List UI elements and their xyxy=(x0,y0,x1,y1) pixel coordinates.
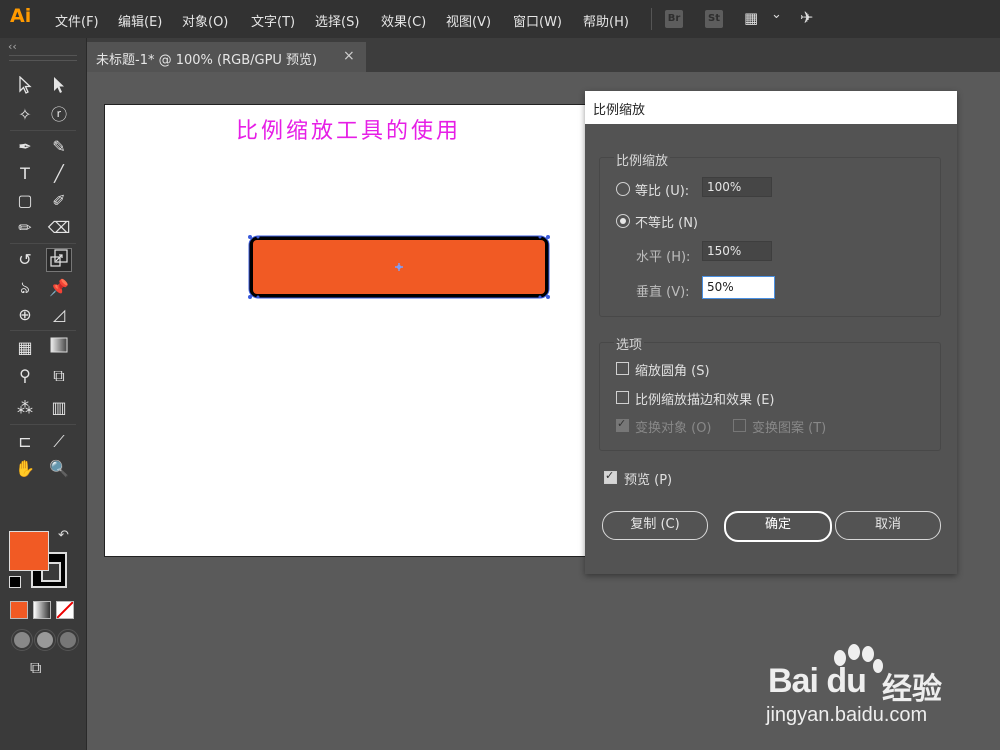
shaper-tool-icon[interactable]: ✐ xyxy=(47,190,71,212)
fill-color-swatch[interactable] xyxy=(9,531,49,571)
shape-builder-tool-icon[interactable]: ⊕ xyxy=(13,304,37,326)
uniform-label: 等比 (U): xyxy=(635,184,690,199)
tool-separator xyxy=(10,424,76,425)
selection-tool-icon[interactable] xyxy=(13,75,37,98)
document-tab[interactable]: 未标题-1* @ 100% (RGB/GPU 预览) × xyxy=(86,42,366,72)
menu-view[interactable]: 视图(V) xyxy=(446,11,491,30)
app-logo: Ai xyxy=(10,5,32,27)
scale-strokes-checkbox[interactable] xyxy=(616,391,629,404)
draw-normal-icon[interactable] xyxy=(11,629,33,651)
watermark-brand-cn: 经验 xyxy=(882,672,942,707)
blend-tool-icon[interactable]: ⧉ xyxy=(47,365,71,387)
horizontal-label: 水平 (H): xyxy=(636,250,691,265)
line-tool-icon[interactable]: ╱ xyxy=(47,163,71,185)
watermark-url: jingyan.baidu.com xyxy=(766,704,928,726)
menu-help[interactable]: 帮助(H) xyxy=(583,11,629,30)
menu-bar: Ai 文件(F) 编辑(E) 对象(O) 文字(T) 选择(S) 效果(C) 视… xyxy=(0,0,1000,38)
tool-separator xyxy=(10,130,76,131)
panel-grip[interactable] xyxy=(9,55,77,61)
graph-tool-icon[interactable]: ▥ xyxy=(47,397,71,419)
default-colors-icon[interactable] xyxy=(9,576,21,588)
transform-objects-label: 变换对象 (O) xyxy=(635,421,712,436)
dialog-title: 比例缩放 xyxy=(593,103,646,118)
uniform-radio[interactable] xyxy=(616,182,630,196)
uniform-field[interactable]: 100% xyxy=(702,177,772,197)
workspace-icon[interactable]: ▦ xyxy=(744,9,758,27)
eyedropper-tool-icon[interactable]: ⚲ xyxy=(13,365,37,387)
width-tool-icon[interactable]: ঌ xyxy=(13,277,37,299)
magic-wand-tool-icon[interactable]: ✧ xyxy=(13,104,37,126)
artboard-heading: 比例缩放工具的使用 xyxy=(236,119,462,144)
menu-type[interactable]: 文字(T) xyxy=(251,11,295,30)
artboard-tool-icon[interactable]: ⊏ xyxy=(13,431,37,453)
direct-selection-tool-icon[interactable] xyxy=(47,76,71,98)
scale-dialog: 比例缩放 比例缩放 等比 (U): 100% 不等比 (N) 水平 (H): 1… xyxy=(585,91,957,574)
none-mode-button[interactable] xyxy=(56,601,74,619)
scale-tool-icon[interactable] xyxy=(46,248,72,272)
lasso-tool-icon[interactable]: ⓡ xyxy=(47,104,71,126)
mesh-tool-icon[interactable]: ▦ xyxy=(13,337,37,359)
horizontal-field[interactable]: 150% xyxy=(702,241,772,261)
paintbrush-tool-icon[interactable]: ✏ xyxy=(13,217,37,239)
menu-separator xyxy=(651,8,652,30)
transform-patterns-label: 变换图案 (T) xyxy=(752,421,827,436)
slice-tool-icon[interactable]: ⟋ xyxy=(47,431,71,453)
scale-corners-checkbox[interactable] xyxy=(616,362,629,375)
curvature-tool-icon[interactable]: ✎ xyxy=(47,136,71,158)
pen-tool-icon[interactable]: ✒ xyxy=(13,136,37,158)
screen-mode-icon[interactable]: ⧉ xyxy=(30,658,41,678)
document-tab-bar: 未标题-1* @ 100% (RGB/GPU 预览) × xyxy=(86,38,1000,72)
swap-fill-stroke-icon[interactable]: ↶ xyxy=(58,528,69,543)
artboard xyxy=(104,104,587,557)
ok-button[interactable]: 确定 xyxy=(724,511,832,542)
menu-window[interactable]: 窗口(W) xyxy=(513,11,562,30)
gradient-mode-button[interactable] xyxy=(33,601,51,619)
menu-select[interactable]: 选择(S) xyxy=(315,11,359,30)
vertical-label: 垂直 (V): xyxy=(636,285,690,300)
rotate-tool-icon[interactable]: ↺ xyxy=(13,249,37,271)
rounded-rectangle-shape[interactable] xyxy=(246,233,552,301)
sync-icon[interactable]: ✈ xyxy=(800,8,813,27)
watermark-brand: Bai du xyxy=(768,662,867,700)
nonuniform-radio[interactable] xyxy=(616,214,630,228)
stock-icon[interactable]: St xyxy=(705,10,723,28)
draw-inside-icon[interactable] xyxy=(57,629,79,651)
tool-separator xyxy=(10,243,76,244)
collapse-panel-icon[interactable]: ‹‹ xyxy=(8,40,17,53)
symbol-sprayer-tool-icon[interactable]: ⁂ xyxy=(13,397,37,419)
gradient-tool-icon[interactable] xyxy=(47,337,71,359)
options-group-label: 选项 xyxy=(614,334,645,353)
menu-edit[interactable]: 编辑(E) xyxy=(118,11,162,30)
menu-object[interactable]: 对象(O) xyxy=(182,11,228,30)
transform-patterns-checkbox[interactable] xyxy=(733,419,746,432)
color-mode-button[interactable] xyxy=(10,601,28,619)
eraser-tool-icon[interactable]: ⌫ xyxy=(47,217,71,239)
puppet-warp-tool-icon[interactable]: 📌 xyxy=(47,277,71,299)
scale-corners-label: 缩放圆角 (S) xyxy=(635,364,710,379)
draw-behind-icon[interactable] xyxy=(34,629,56,651)
bridge-icon[interactable]: Br xyxy=(665,10,683,28)
type-tool-icon[interactable]: T xyxy=(13,163,37,185)
tools-panel: ‹‹ ✧ ⓡ ✒ ✎ T ╱ ▢ ✐ ✏ ⌫ ↺ ঌ 📌 ⊕ ◿ ▦ ⚲ ⧉ ⁂… xyxy=(0,38,87,750)
document-tab-title: 未标题-1* @ 100% (RGB/GPU 预览) xyxy=(96,53,318,68)
zoom-tool-icon[interactable]: 🔍 xyxy=(47,458,71,480)
menu-effect[interactable]: 效果(C) xyxy=(381,11,426,30)
rectangle-tool-icon[interactable]: ▢ xyxy=(13,190,37,212)
chevron-down-icon[interactable]: ⌄ xyxy=(771,7,782,22)
perspective-grid-tool-icon[interactable]: ◿ xyxy=(47,304,71,326)
nonuniform-label: 不等比 (N) xyxy=(635,216,699,231)
close-icon[interactable]: × xyxy=(343,48,355,64)
preview-label: 预览 (P) xyxy=(624,473,673,488)
scale-group-label: 比例缩放 xyxy=(614,150,671,169)
hand-tool-icon[interactable]: ✋ xyxy=(13,458,37,480)
vertical-field[interactable]: 50% xyxy=(702,276,775,299)
dialog-titlebar[interactable]: 比例缩放 xyxy=(585,91,957,124)
transform-objects-checkbox[interactable] xyxy=(616,417,629,432)
scale-strokes-label: 比例缩放描边和效果 (E) xyxy=(635,393,775,408)
preview-checkbox[interactable] xyxy=(604,469,617,484)
cancel-button[interactable]: 取消 xyxy=(835,511,941,540)
copy-button[interactable]: 复制 (C) xyxy=(602,511,708,540)
tool-separator xyxy=(10,330,76,331)
menu-file[interactable]: 文件(F) xyxy=(55,11,99,30)
